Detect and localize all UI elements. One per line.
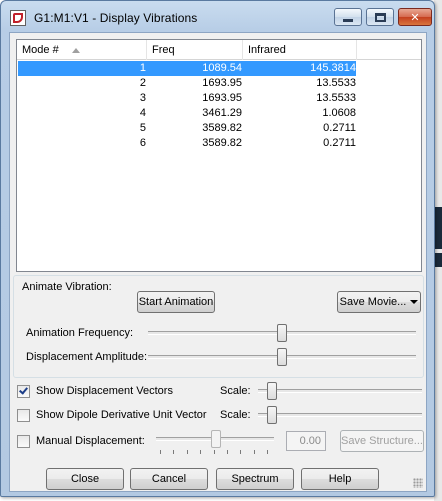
resize-grip[interactable]: [413, 478, 423, 488]
manual-displacement-field[interactable]: 0.00: [286, 431, 326, 451]
cancel-button[interactable]: Cancel: [130, 468, 208, 490]
table-cell-freq: 1089.54: [202, 62, 242, 74]
spectrum-button[interactable]: Spectrum: [216, 468, 294, 490]
show-displacement-vectors-label: Show Displacement Vectors: [36, 385, 173, 397]
column-header-label: Mode #: [22, 44, 59, 56]
show-displacement-vectors-checkbox[interactable]: [17, 385, 30, 398]
manual-displacement-checkbox[interactable]: [17, 435, 30, 448]
table-cell-ir: 145.3814: [310, 62, 356, 74]
close-window-button[interactable]: ✕: [398, 8, 432, 26]
save-movie-button[interactable]: Save Movie...: [337, 291, 421, 313]
displacement-amplitude-label: Displacement Amplitude:: [26, 351, 148, 363]
vibrations-list[interactable]: Mode # Freq Infrared 1 1089.54 145.3814 2 16…: [16, 39, 422, 272]
dipole-scale-slider[interactable]: [267, 406, 277, 424]
animate-vibration-label: Animate Vibration:: [22, 281, 112, 293]
save-movie-label: Save Movie...: [339, 296, 407, 308]
table-row[interactable]: 1 1089.54 145.3814: [18, 61, 356, 76]
table-cell-freq: 3589.82: [202, 137, 242, 149]
manual-displacement-ticks: [160, 450, 269, 454]
displacement-amplitude-slider[interactable]: [277, 348, 287, 366]
column-header-mode[interactable]: Mode #: [17, 40, 147, 60]
title-bar[interactable]: G1:M1:V1 - Display Vibrations ✕: [2, 2, 433, 32]
minimize-button[interactable]: [334, 8, 362, 26]
animation-frequency-label: Animation Frequency:: [26, 327, 133, 339]
animate-vibration-group: Animate Vibration: Start Animation Save …: [13, 275, 424, 378]
close-button[interactable]: Close: [46, 468, 124, 490]
column-header-infrared[interactable]: Infrared: [243, 40, 357, 60]
save-structure-button[interactable]: Save Structure...: [340, 430, 424, 452]
desktop-background: [434, 0, 442, 501]
list-header: Mode # Freq Infrared: [17, 40, 421, 60]
window-title: G1:M1:V1 - Display Vibrations: [34, 11, 198, 25]
table-row[interactable]: 2 1693.95 13.5533: [18, 76, 356, 91]
desktop-block: [434, 207, 442, 249]
dialog-window: G1:M1:V1 - Display Vibrations ✕ Mode # F…: [0, 0, 435, 497]
table-cell-mode: 5: [139, 122, 146, 134]
table-cell-ir: 13.5533: [316, 92, 356, 104]
table-cell-mode: 1: [139, 62, 146, 74]
table-cell-mode: 4: [139, 107, 146, 119]
vectors-scale-track: [258, 389, 422, 393]
table-cell-freq: 1693.95: [202, 77, 242, 89]
table-row[interactable]: 5 3589.82 0.2711: [18, 121, 356, 136]
checkmark-icon: [19, 385, 28, 395]
desktop-block: [434, 253, 442, 267]
animation-frequency-slider[interactable]: [277, 324, 287, 342]
table-cell-mode: 2: [139, 77, 146, 89]
manual-displacement-label: Manual Displacement:: [36, 435, 145, 447]
table-cell-freq: 1693.95: [202, 92, 242, 104]
vectors-scale-label: Scale:: [220, 385, 251, 397]
close-icon: ✕: [410, 11, 420, 24]
column-header-freq[interactable]: Freq: [147, 40, 243, 60]
help-button[interactable]: Help: [301, 468, 379, 490]
show-dipole-derivative-label: Show Dipole Derivative Unit Vector: [36, 409, 207, 421]
table-row[interactable]: 4 3461.29 1.0608: [18, 106, 356, 121]
dipole-scale-track: [258, 413, 422, 417]
table-cell-ir: 1.0608: [322, 107, 356, 119]
dialog-client-area: Mode # Freq Infrared 1 1089.54 145.3814 2 16…: [9, 32, 427, 492]
minimize-icon: [343, 18, 353, 22]
column-header-label: Infrared: [248, 44, 286, 56]
table-cell-ir: 13.5533: [316, 77, 356, 89]
table-cell-freq: 3461.29: [202, 107, 242, 119]
sort-ascending-icon: [72, 48, 80, 53]
table-cell-ir: 0.2711: [323, 137, 356, 149]
maximize-icon: [374, 12, 386, 22]
table-row[interactable]: 6 3589.82 0.2711: [18, 136, 356, 151]
table-cell-ir: 0.2711: [323, 122, 356, 134]
app-icon[interactable]: [10, 10, 26, 26]
vectors-scale-slider[interactable]: [267, 382, 277, 400]
show-dipole-derivative-checkbox[interactable]: [17, 409, 30, 422]
dropdown-arrow-icon: [410, 300, 419, 304]
table-cell-mode: 6: [139, 137, 146, 149]
manual-displacement-slider[interactable]: [211, 430, 221, 448]
start-animation-button[interactable]: Start Animation: [137, 291, 215, 313]
table-row[interactable]: 3 1693.95 13.5533: [18, 91, 356, 106]
table-cell-freq: 3589.82: [202, 122, 242, 134]
dipole-scale-label: Scale:: [220, 409, 251, 421]
column-header-label: Freq: [152, 44, 175, 56]
maximize-button[interactable]: [366, 8, 394, 26]
table-cell-mode: 3: [139, 92, 146, 104]
